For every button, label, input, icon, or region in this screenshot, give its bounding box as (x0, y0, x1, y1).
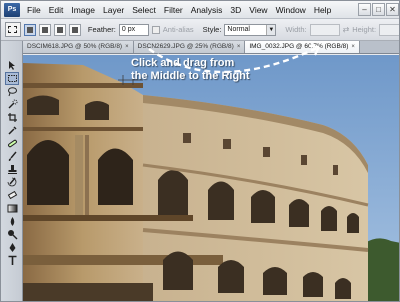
history-brush-icon (7, 177, 16, 187)
eyedropper-tool[interactable] (5, 124, 19, 137)
menu-filter[interactable]: Filter (160, 1, 187, 19)
instruction-line-1: Click and drag from (131, 57, 235, 69)
restore-button[interactable]: □ (372, 3, 385, 16)
blur-icon (10, 217, 14, 226)
tab-dscim618[interactable]: DSCIM618.JPG @ 50% (RGB/8) × (23, 41, 134, 53)
healing-tool[interactable] (5, 137, 19, 150)
photoshop-window: Ps File Edit Image Layer Select Filter A… (0, 0, 400, 302)
tab-img0032[interactable]: IMG_0032.JPG @ 66.7% (RGB/8) × (245, 41, 360, 53)
pen-tool[interactable] (5, 241, 19, 254)
history-brush-tool[interactable] (5, 176, 19, 189)
dodge-tool[interactable] (5, 228, 19, 241)
toolbox (1, 41, 23, 301)
pen-icon (9, 243, 15, 252)
move-icon (8, 61, 15, 70)
photoshop-logo: Ps (4, 2, 20, 17)
close-button[interactable]: ✕ (386, 3, 399, 16)
height-label: Height: (352, 25, 377, 34)
tab-label: IMG_0032.JPG @ 66.7% (RGB/8) (249, 43, 349, 50)
width-label: Width: (285, 25, 307, 34)
move-tool[interactable] (5, 59, 19, 72)
lasso-icon (7, 87, 17, 97)
quick-select-icon (8, 99, 17, 109)
menu-window[interactable]: Window (272, 1, 310, 19)
tab-dscn2629[interactable]: DSCN2629.JPG @ 25% (RGB/8) × (133, 41, 246, 53)
marquee-tool[interactable] (5, 72, 19, 85)
width-input[interactable] (309, 23, 340, 36)
clone-stamp-tool[interactable] (5, 163, 19, 176)
document-canvas[interactable] (23, 55, 399, 301)
colosseum-photo (23, 55, 399, 301)
subtract-selection-button[interactable] (53, 23, 66, 36)
clone-stamp-icon (7, 165, 17, 174)
gradient-tool[interactable] (5, 202, 19, 215)
antialias-label: Anti-alias (162, 25, 194, 34)
blur-tool[interactable] (5, 215, 19, 228)
menu-image[interactable]: Image (67, 1, 99, 19)
swap-icon: ⇄ (342, 25, 350, 34)
add-selection-button[interactable] (38, 23, 51, 36)
close-icon[interactable]: × (237, 41, 241, 53)
close-icon[interactable]: × (351, 41, 355, 53)
instruction-text: Click and drag from the Middle to the Ri… (131, 57, 301, 83)
style-label: Style: (202, 25, 222, 34)
type-tool[interactable] (5, 254, 19, 267)
style-select[interactable]: Normal ▼ (224, 23, 277, 36)
eraser-icon (7, 190, 17, 200)
antialias-checkbox[interactable] (151, 25, 160, 34)
brush-icon (8, 151, 17, 161)
eyedropper-icon (7, 126, 17, 135)
feather-input[interactable]: 0 px (118, 23, 149, 36)
height-input[interactable] (379, 23, 399, 36)
menu-view[interactable]: View (245, 1, 271, 19)
menu-edit[interactable]: Edit (45, 1, 68, 19)
tab-label: DSCIM618.JPG @ 50% (RGB/8) (27, 43, 123, 50)
menu-bar: Ps File Edit Image Layer Select Filter A… (1, 1, 399, 19)
feather-label: Feather: (87, 25, 116, 34)
menu-3d[interactable]: 3D (226, 1, 245, 19)
tab-label: DSCN2629.JPG @ 25% (RGB/8) (137, 43, 234, 50)
dodge-icon (7, 230, 17, 240)
chevron-down-icon: ▼ (266, 24, 276, 35)
options-bar: Feather: 0 px Anti-alias Style: Normal ▼ … (1, 19, 399, 41)
marquee-icon (7, 75, 17, 82)
eraser-tool[interactable] (5, 189, 19, 202)
crop-tool[interactable] (5, 111, 19, 124)
minimize-button[interactable]: – (358, 3, 371, 16)
new-selection-button[interactable] (23, 23, 36, 36)
intersect-selection-button[interactable] (68, 23, 81, 36)
quick-select-tool[interactable] (5, 98, 19, 111)
brush-tool[interactable] (5, 150, 19, 163)
menu-help[interactable]: Help (310, 1, 335, 19)
style-value: Normal (227, 25, 250, 33)
document-tab-bar: DSCIM618.JPG @ 50% (RGB/8) × DSCN2629.JPG… (23, 41, 399, 54)
menu-select[interactable]: Select (128, 1, 160, 19)
instruction-line-2: the Middle to the Right (131, 70, 250, 82)
crop-icon (7, 113, 17, 122)
menu-analysis[interactable]: Analysis (187, 1, 227, 19)
tool-preset-picker[interactable] (5, 22, 21, 37)
healing-icon (7, 139, 17, 148)
menu-layer[interactable]: Layer (99, 1, 128, 19)
close-icon[interactable]: × (125, 41, 129, 53)
menu-file[interactable]: File (23, 1, 45, 19)
marquee-icon (8, 26, 18, 33)
lasso-tool[interactable] (5, 85, 19, 98)
gradient-icon (7, 204, 17, 213)
type-icon (8, 255, 16, 265)
